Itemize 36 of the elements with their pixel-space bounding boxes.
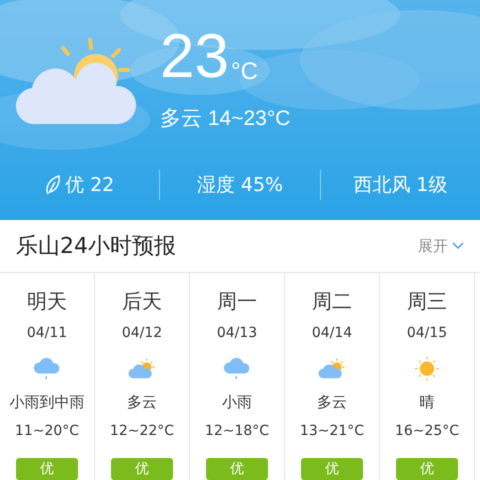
air-quality-tag: 优 (396, 458, 458, 480)
forecast-title: 乐山24小时预报 (16, 232, 176, 260)
forecast-date: 04/11 (26, 325, 68, 342)
chevron-down-icon (452, 242, 464, 250)
leaf-icon (45, 174, 62, 196)
temperature-range: 12~22°C (110, 423, 174, 440)
day-name: 周三 (407, 289, 447, 313)
temperature-range: 13~21°C (300, 423, 364, 440)
weather-summary: 多云 14~23°C (160, 106, 290, 132)
forecast-condition: 晴 (420, 393, 434, 412)
air-quality-tag: 优 (206, 458, 268, 480)
forecast-date: 04/15 (406, 325, 448, 342)
temperature-unit: °C (231, 60, 258, 84)
air-quality: 优 22 (65, 172, 114, 198)
forecast-condition: 小雨 (222, 393, 252, 412)
day-name: 周二 (312, 289, 352, 313)
day-name: 明天 (27, 289, 67, 313)
forecast-date: 04/13 (216, 325, 258, 342)
day-name: 后天 (122, 289, 162, 313)
temperature: 23 (160, 26, 229, 88)
partly-cloudy-icon (14, 36, 138, 126)
weather-stat: 湿度 45% (196, 172, 284, 198)
day-name: 周一 (217, 289, 257, 313)
temperature-range: 11~20°C (14, 423, 80, 440)
air-quality-tag: 优 (111, 458, 173, 480)
forecast-date: 04/14 (312, 325, 352, 342)
forecast-condition: 多云 (317, 393, 347, 412)
weather-stat: 西北风 1级 (353, 172, 448, 198)
expand-button[interactable]: 展开 (418, 234, 464, 258)
forecast-date: 04/12 (122, 325, 162, 342)
temperature-range: 16~25°C (394, 423, 460, 440)
forecast-condition: 小雨到中雨 (10, 393, 84, 412)
forecast-condition: 多云 (127, 393, 157, 412)
temperature-range: 12~18°C (204, 423, 270, 440)
air-quality-tag: 优 (16, 458, 78, 480)
air-quality-tag: 优 (301, 458, 363, 480)
